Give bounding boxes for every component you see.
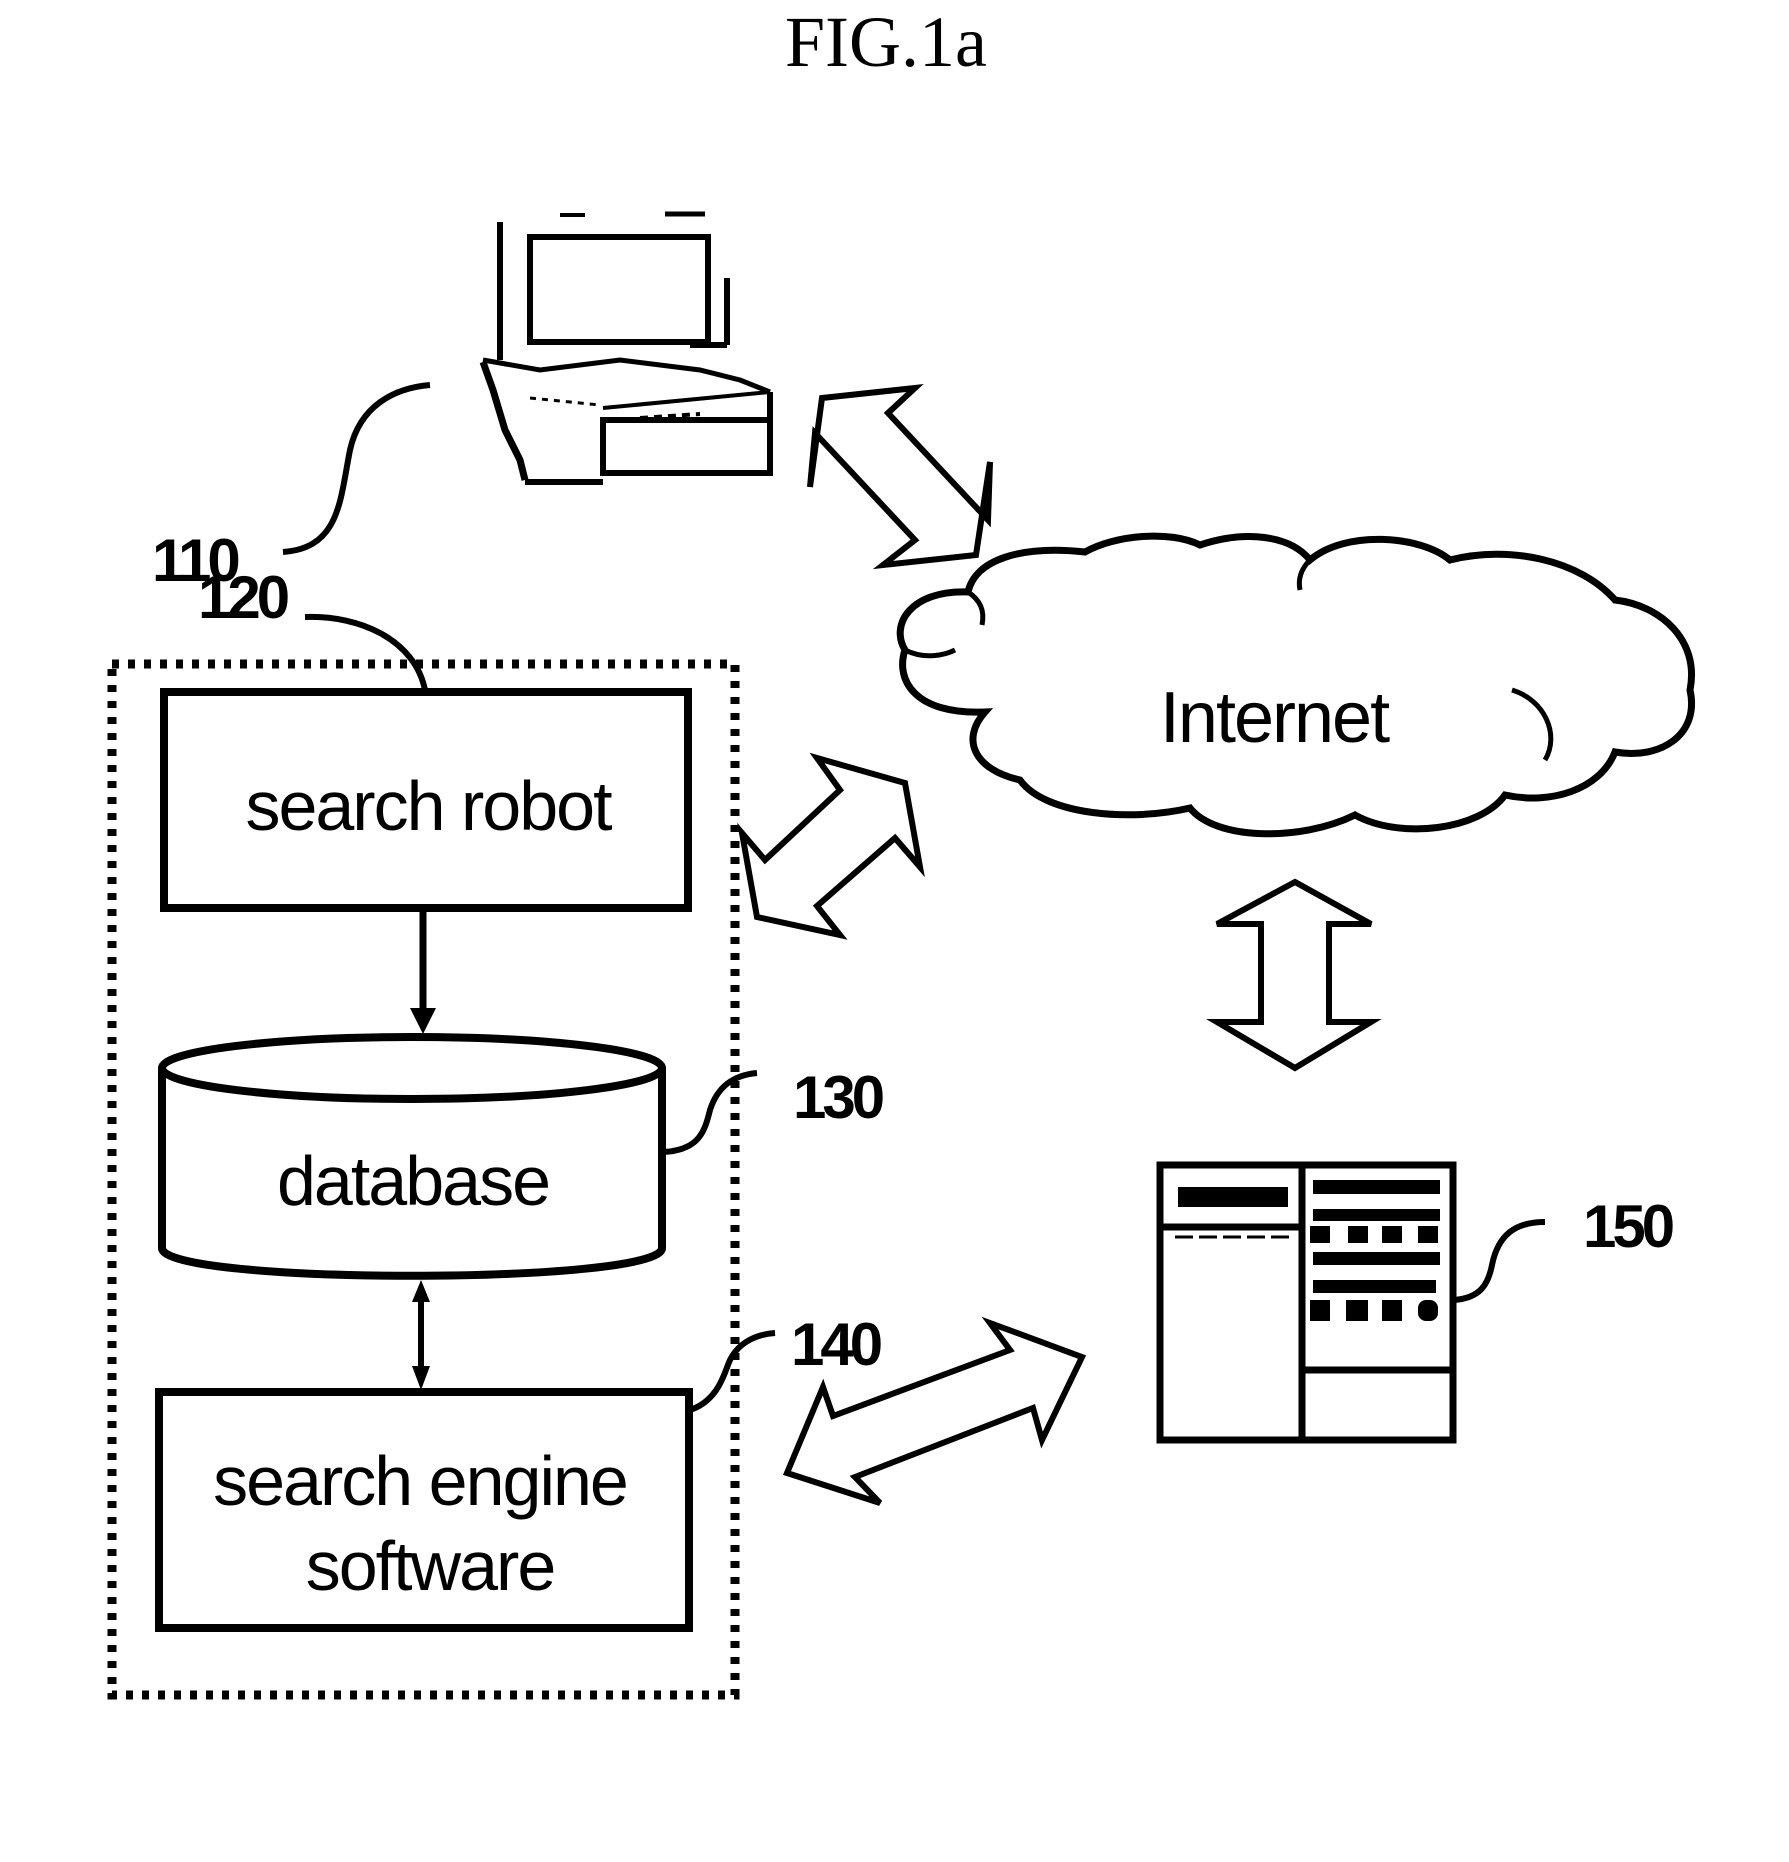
leader-line-110 <box>282 382 431 555</box>
leader-line-150 <box>1453 1219 1546 1303</box>
cloud-icon: Internet <box>896 532 1695 838</box>
figure-canvas: FIG.1a 110 Internet 120 search robot dat… <box>107 2 1695 1700</box>
leader-line-120 <box>304 613 428 691</box>
search-robot-box: search robot <box>160 688 692 912</box>
ref-label-120: 120 <box>198 564 288 631</box>
database-cylinder-icon: database <box>158 1033 666 1280</box>
search-robot-label: search robot <box>245 767 612 845</box>
laptop-computer-icon <box>479 211 773 485</box>
leader-line-130 <box>663 1070 758 1155</box>
double-arrow-internet-server <box>1206 878 1382 1072</box>
arrow-robot-to-database <box>410 908 436 1034</box>
ref-label-130: 130 <box>793 1064 883 1131</box>
double-arrow-database-engine <box>412 1280 430 1390</box>
search-engine-software-box: search engine software <box>155 1388 693 1632</box>
search-engine-label-line1: search engine <box>213 1442 627 1520</box>
figure-title: FIG.1a <box>785 2 987 82</box>
internet-label: Internet <box>1160 678 1390 758</box>
double-arrow-client-internet <box>807 384 993 570</box>
database-label: database <box>277 1142 549 1220</box>
double-arrow-system-internet <box>737 752 925 940</box>
web-page-window-icon <box>1156 1161 1457 1444</box>
ref-label-140: 140 <box>791 1311 881 1378</box>
search-engine-label-line2: software <box>306 1527 555 1605</box>
ref-label-150: 150 <box>1583 1193 1673 1260</box>
